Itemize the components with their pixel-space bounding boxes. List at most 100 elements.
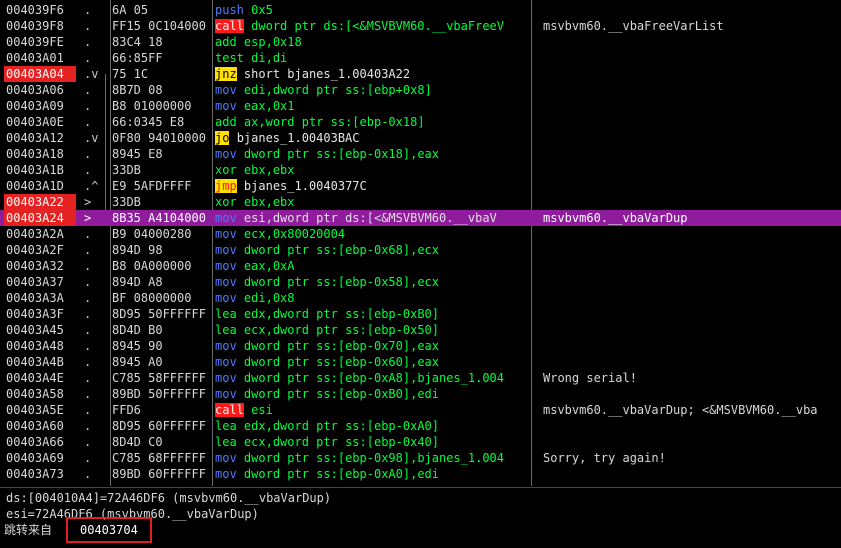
address-cell[interactable]: 00403A3A xyxy=(6,290,76,306)
instruction-row[interactable]: 00403A1B. 33DB xor ebx,ebx xyxy=(0,162,841,178)
address-cell[interactable]: 004039F8 xyxy=(6,18,76,34)
instruction-cell[interactable]: push 0x5 xyxy=(215,2,531,18)
mnemonic: mov xyxy=(215,147,237,161)
instruction-cell[interactable]: add esp,0x18 xyxy=(215,34,531,50)
instruction-cell[interactable]: lea ecx,dword ptr ss:[ebp-0x40] xyxy=(215,434,531,450)
instruction-cell[interactable]: lea edx,dword ptr ss:[ebp-0xA0] xyxy=(215,418,531,434)
address-cell[interactable]: 00403A69 xyxy=(6,450,76,466)
instruction-cell[interactable]: mov edi,0x8 xyxy=(215,290,531,306)
address-cell[interactable]: 00403A37 xyxy=(6,274,76,290)
instruction-row[interactable]: 00403A12 .v 0F80 94010000 jo bjanes_1.00403… xyxy=(0,130,841,146)
address-cell[interactable]: 00403A01 xyxy=(6,50,76,66)
instruction-cell[interactable]: mov dword ptr ss:[ebp-0x60],eax xyxy=(215,354,531,370)
instruction-row[interactable]: 00403A4E. C785 58FFFFFF mov dword ptr ss:[… xyxy=(0,370,841,386)
opcode-bytes: 894D A8 xyxy=(112,275,163,289)
address-cell[interactable]: 00403A06 xyxy=(6,82,76,98)
address-cell[interactable]: 00403A2A xyxy=(6,226,76,242)
instruction-row[interactable]: 00403A66. 8D4D C0 lea ecx,dword ptr ss:[eb… xyxy=(0,434,841,450)
instruction-cell[interactable]: jo bjanes_1.00403BAC xyxy=(215,130,531,146)
address-cell[interactable]: 00403A0E xyxy=(6,114,76,130)
instruction-row[interactable]: 00403A2F. 894D 98 mov dword ptr ss:[ebp-0x… xyxy=(0,242,841,258)
instruction-row[interactable]: 00403A73. 89BD 60FFFFFF mov dword ptr ss:[… xyxy=(0,466,841,482)
opcode-bytes: 894D 98 xyxy=(112,243,163,257)
instruction-row[interactable]: 00403A58. 89BD 50FFFFFF mov dword ptr ss:[… xyxy=(0,386,841,402)
instruction-row[interactable]: 004039F6. 6A 05 push 0x5 xyxy=(0,2,841,18)
address-cell[interactable]: 00403A32 xyxy=(6,258,76,274)
address-cell[interactable]: 00403A48 xyxy=(6,338,76,354)
instruction-row[interactable]: 00403A69. C785 68FFFFFF mov dword ptr ss:[… xyxy=(0,450,841,466)
instruction-row[interactable]: 00403A18. 8945 E8 mov dword ptr ss:[ebp-0x… xyxy=(0,146,841,162)
jump-from-address[interactable]: 00403704 xyxy=(66,517,152,543)
instruction-row[interactable]: 00403A2A. B9 04000280 mov ecx,0x80020004 xyxy=(0,226,841,242)
comment-cell: Sorry, try again! xyxy=(543,451,666,465)
address-cell[interactable]: 00403A22 xyxy=(4,194,76,210)
instruction-row[interactable]: 00403A37. 894D A8 mov dword ptr ss:[ebp-0x… xyxy=(0,274,841,290)
address-cell[interactable]: 00403A4E xyxy=(6,370,76,386)
instruction-cell[interactable]: mov edi,dword ptr ss:[ebp+0x8] xyxy=(215,82,531,98)
address-cell[interactable]: 00403A3F xyxy=(6,306,76,322)
instruction-cell[interactable]: mov dword ptr ss:[ebp-0x98],bjanes_1.004 xyxy=(215,450,531,466)
instruction-cell[interactable]: xor ebx,ebx xyxy=(215,194,531,210)
comment-cell xyxy=(543,290,841,306)
instruction-row[interactable]: 00403A22 >33DB xor ebx,ebx xyxy=(0,194,841,210)
instruction-cell[interactable]: mov dword ptr ss:[ebp-0x18],eax xyxy=(215,146,531,162)
address-cell[interactable]: 00403A58 xyxy=(6,386,76,402)
address-cell[interactable]: 00403A4B xyxy=(6,354,76,370)
instruction-row[interactable]: 004039F8. FF15 0C104000 call dword ptr ds:… xyxy=(0,18,841,34)
instruction-cell[interactable]: mov esi,dword ptr ds:[<&MSVBVM60.__vbaV xyxy=(215,210,531,226)
instruction-row[interactable]: 00403A3F. 8D95 50FFFFFF lea edx,dword ptr … xyxy=(0,306,841,322)
instruction-cell[interactable]: mov dword ptr ss:[ebp-0xA8],bjanes_1.004 xyxy=(215,370,531,386)
instruction-cell[interactable]: mov ecx,0x80020004 xyxy=(215,226,531,242)
address-cell[interactable]: 00403A66 xyxy=(6,434,76,450)
instruction-cell[interactable]: mov dword ptr ss:[ebp-0xB0],edi xyxy=(215,386,531,402)
instruction-cell[interactable]: mov dword ptr ss:[ebp-0x70],eax xyxy=(215,338,531,354)
instruction-row[interactable]: 004039FE. 83C4 18 add esp,0x18 xyxy=(0,34,841,50)
instruction-cell[interactable]: lea ecx,dword ptr ss:[ebp-0x50] xyxy=(215,322,531,338)
address-cell[interactable]: 00403A04 xyxy=(4,66,76,82)
instruction-row[interactable]: 00403A01. 66:85FF test di,di xyxy=(0,50,841,66)
address-cell[interactable]: 00403A12 xyxy=(6,130,76,146)
instruction-cell[interactable]: add ax,word ptr ss:[ebp-0x18] xyxy=(215,114,531,130)
instruction-row[interactable]: 00403A1D .^ E9 5AFDFFFF jmp bjanes_1.004037… xyxy=(0,178,841,194)
instruction-row[interactable]: 00403A09. B8 01000000 mov eax,0x1 xyxy=(0,98,841,114)
instruction-row[interactable]: 00403A4B. 8945 A0 mov dword ptr ss:[ebp-0x… xyxy=(0,354,841,370)
instruction-row[interactable]: 00403A45. 8D4D B0 lea ecx,dword ptr ss:[eb… xyxy=(0,322,841,338)
instruction-cell[interactable]: mov dword ptr ss:[ebp-0xA0],edi xyxy=(215,466,531,482)
instruction-row[interactable]: 00403A3A. BF 08000000 mov edi,0x8 xyxy=(0,290,841,306)
address-cell[interactable]: 00403A73 xyxy=(6,466,76,482)
instruction-cell[interactable]: mov eax,0xA xyxy=(215,258,531,274)
instruction-row[interactable]: 00403A0E. 66:0345 E8 add ax,word ptr ss:[e… xyxy=(0,114,841,130)
disassembly-pane[interactable]: 004039F6. 6A 05 push 0x5 004039F8. FF15 0C10… xyxy=(0,0,841,486)
address-cell[interactable]: 00403A45 xyxy=(6,322,76,338)
address-cell[interactable]: 004039F6 xyxy=(6,2,76,18)
instruction-cell[interactable]: mov eax,0x1 xyxy=(215,98,531,114)
instruction-row[interactable]: 00403A60. 8D95 60FFFFFF lea edx,dword ptr … xyxy=(0,418,841,434)
instruction-row[interactable]: 00403A48. 8945 90 mov dword ptr ss:[ebp-0x… xyxy=(0,338,841,354)
instruction-row[interactable]: 00403A04 .v 75 1C jnz short bjanes_1.00403A… xyxy=(0,66,841,82)
operands: eax,0xA xyxy=(243,259,295,273)
instruction-cell[interactable]: call dword ptr ds:[<&MSVBVM60.__vbaFreeV xyxy=(215,18,531,34)
instruction-row[interactable]: 00403A5E. FFD6 call esi msvbvm60.__vbaVarDu… xyxy=(0,402,841,418)
address-cell[interactable]: 004039FE xyxy=(6,34,76,50)
address-cell[interactable]: 00403A1D xyxy=(6,178,76,194)
address-cell[interactable]: 00403A24 xyxy=(4,210,76,226)
address-cell[interactable]: 00403A5E xyxy=(6,402,76,418)
comment-cell: Wrong serial! xyxy=(543,371,637,385)
instruction-cell[interactable]: jnz short bjanes_1.00403A22 xyxy=(215,66,531,82)
instruction-row[interactable]: 00403A32. B8 0A000000 mov eax,0xA xyxy=(0,258,841,274)
address-cell[interactable]: 00403A09 xyxy=(6,98,76,114)
address-cell[interactable]: 00403A2F xyxy=(6,242,76,258)
flow-marker: . xyxy=(84,403,92,417)
instruction-cell[interactable]: test di,di xyxy=(215,50,531,66)
instruction-cell[interactable]: call esi xyxy=(215,402,531,418)
instruction-cell[interactable]: lea edx,dword ptr ss:[ebp-0xB0] xyxy=(215,306,531,322)
instruction-cell[interactable]: mov dword ptr ss:[ebp-0x68],ecx xyxy=(215,242,531,258)
address-cell[interactable]: 00403A18 xyxy=(6,146,76,162)
instruction-row[interactable]: 00403A06. 8B7D 08 mov edi,dword ptr ss:[eb… xyxy=(0,82,841,98)
instruction-cell[interactable]: jmp bjanes_1.0040377C xyxy=(215,178,531,194)
selected-instruction-row[interactable]: 00403A24 >8B35 A4104000 mov esi,dword ptr … xyxy=(0,210,841,226)
instruction-cell[interactable]: mov dword ptr ss:[ebp-0x58],ecx xyxy=(215,274,531,290)
instruction-cell[interactable]: xor ebx,ebx xyxy=(215,162,531,178)
address-cell[interactable]: 00403A1B xyxy=(6,162,76,178)
address-cell[interactable]: 00403A60 xyxy=(6,418,76,434)
